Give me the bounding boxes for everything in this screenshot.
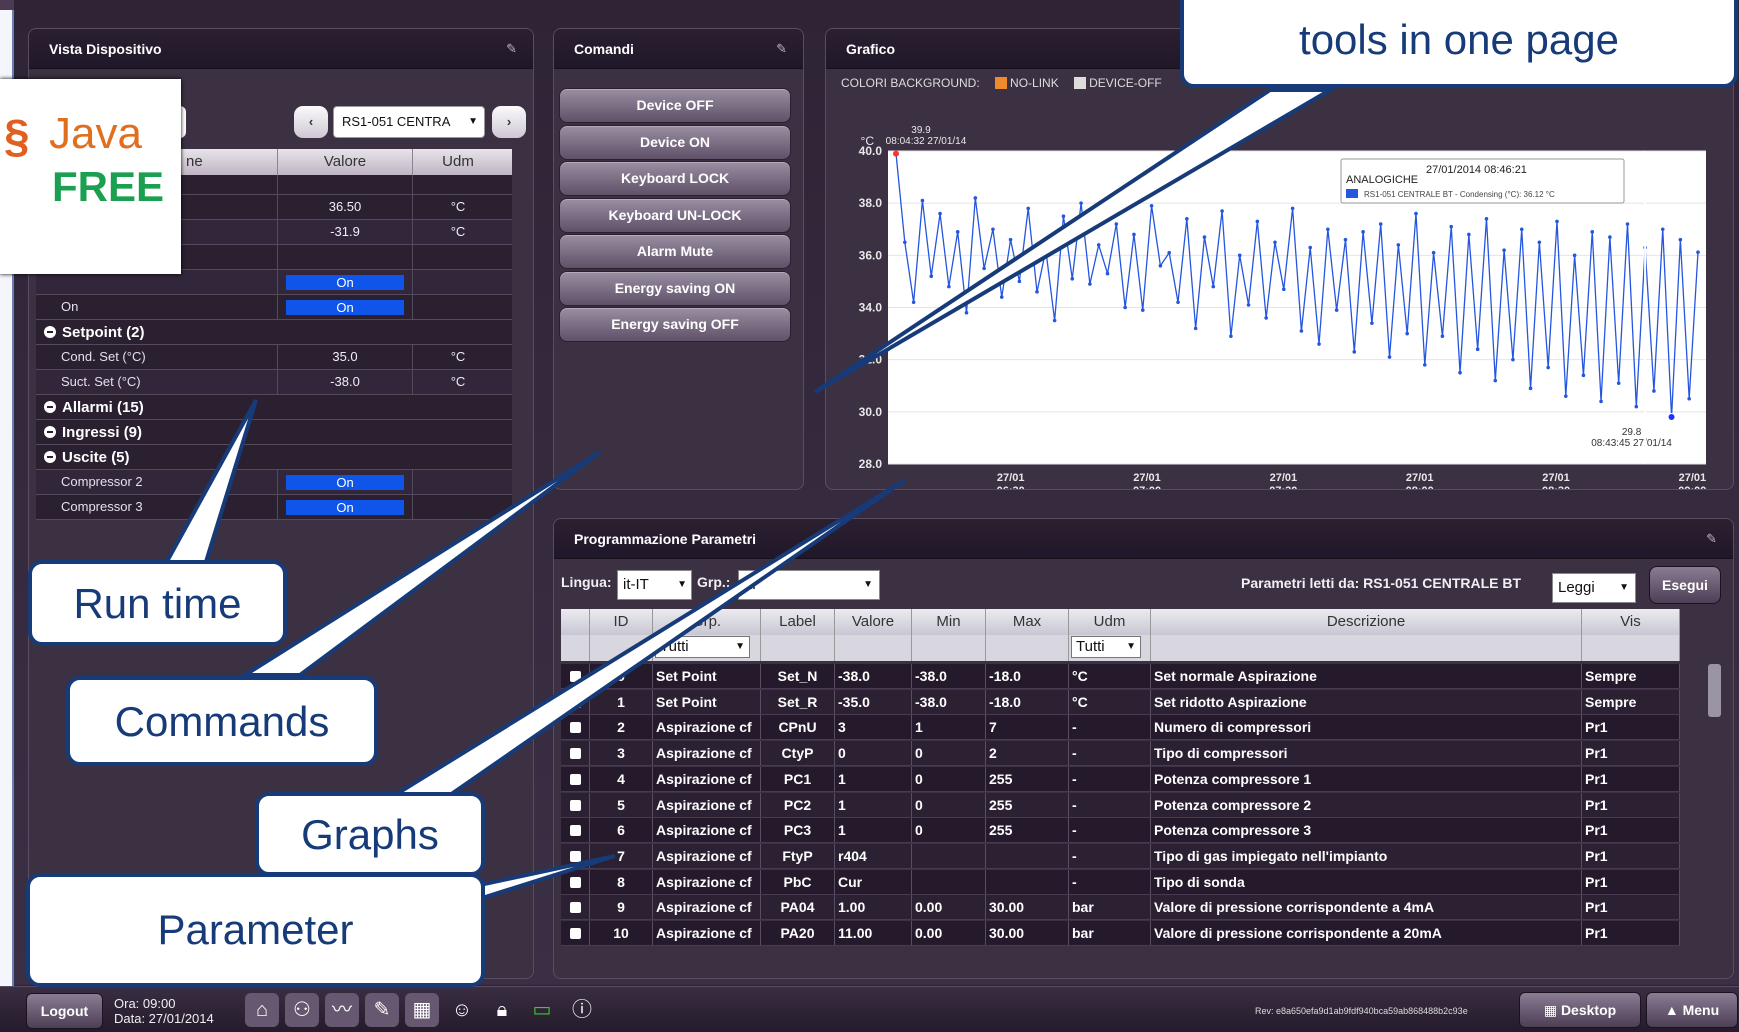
- pointer-top: [813, 88, 1338, 394]
- callout-graphs: Graphs: [255, 792, 485, 876]
- callout-commands: Commands: [66, 676, 378, 766]
- pointer-parameter: [471, 854, 616, 901]
- pointer-graphs: [387, 478, 907, 797]
- callout-parameter: Parameter: [26, 873, 485, 987]
- pointer-runtime: [161, 399, 258, 567]
- callout-tools: tools in one page: [1180, 0, 1738, 88]
- callout-runtime: Run time: [28, 560, 287, 646]
- pointer-commands: [238, 450, 602, 677]
